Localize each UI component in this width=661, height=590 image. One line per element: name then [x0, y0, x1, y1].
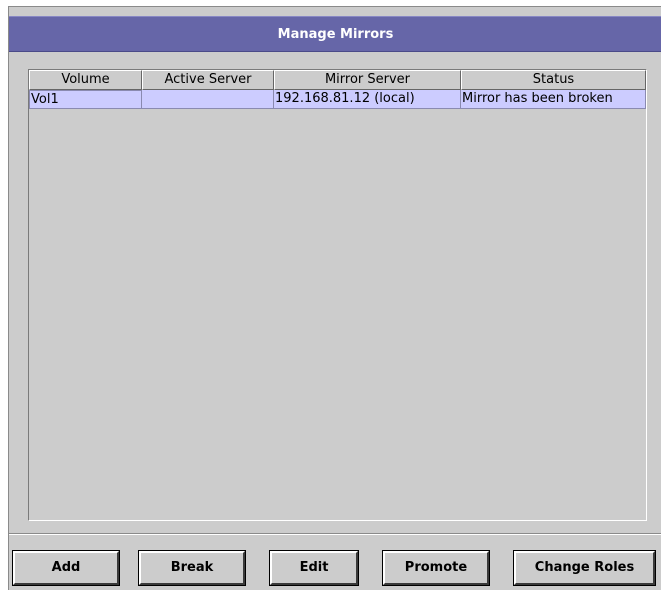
edit-button[interactable]: Edit: [269, 550, 359, 586]
manage-mirrors-window: Manage Mirrors Volume Active Server Mirr…: [8, 6, 661, 590]
cell-volume[interactable]: Vol1: [29, 90, 142, 109]
column-header-status[interactable]: Status: [461, 70, 646, 90]
cell-status[interactable]: Mirror has been broken: [461, 90, 646, 109]
table-row[interactable]: Vol1 192.168.81.12 (local) Mirror has be…: [29, 90, 646, 109]
column-header-volume[interactable]: Volume: [29, 70, 142, 90]
window-title: Manage Mirrors: [9, 16, 661, 52]
promote-button[interactable]: Promote: [382, 550, 490, 586]
mirrors-table: Volume Active Server Mirror Server Statu…: [28, 69, 647, 521]
cell-active-server[interactable]: [142, 90, 274, 109]
column-header-mirror-server[interactable]: Mirror Server: [274, 70, 461, 90]
table-header: Volume Active Server Mirror Server Statu…: [29, 70, 646, 90]
break-button[interactable]: Break: [138, 550, 246, 586]
column-header-active-server[interactable]: Active Server: [142, 70, 274, 90]
divider: [9, 533, 661, 535]
add-button[interactable]: Add: [12, 550, 120, 586]
cell-mirror-server[interactable]: 192.168.81.12 (local): [274, 90, 461, 109]
change-roles-button[interactable]: Change Roles: [513, 550, 656, 586]
